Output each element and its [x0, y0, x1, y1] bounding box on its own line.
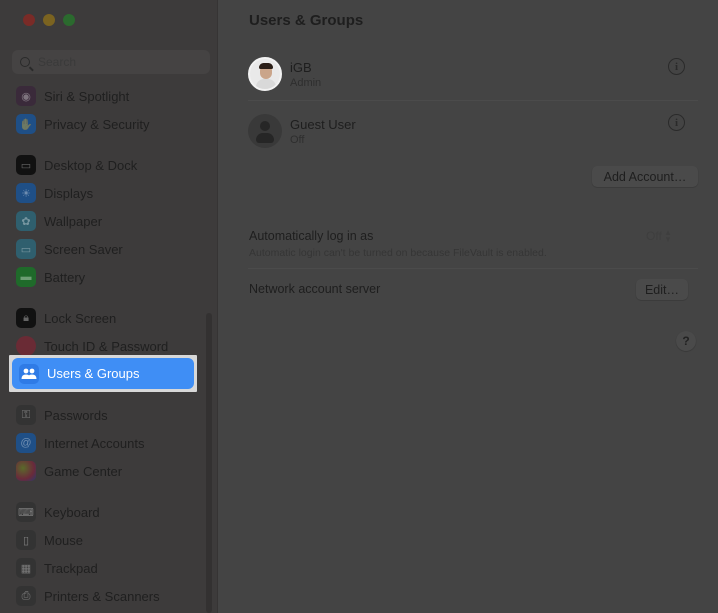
- sidebar-item-label: Users & Groups: [47, 366, 140, 381]
- key-icon: ⚿: [16, 405, 36, 425]
- sidebar-item-label: Keyboard: [44, 504, 100, 520]
- traffic-lights: [23, 14, 75, 26]
- auto-login-description: Automatic login can't be turned on becau…: [249, 247, 547, 259]
- sidebar-item-trackpad[interactable]: ▦ Trackpad: [16, 556, 196, 580]
- sidebar-item-label: Lock Screen: [44, 310, 117, 326]
- sidebar-item-wallpaper[interactable]: ✿ Wallpaper: [16, 209, 196, 233]
- sidebar-item-label: Displays: [44, 185, 94, 201]
- sidebar-item-game-center[interactable]: Game Center: [16, 459, 196, 483]
- sidebar-item-label: Desktop & Dock: [44, 157, 138, 173]
- sidebar: ◉ Siri & Spotlight ✋ Privacy & Security …: [0, 0, 218, 613]
- sidebar-item-label: Passwords: [44, 407, 108, 423]
- sidebar-item-label: Internet Accounts: [44, 435, 145, 451]
- sidebar-item-desktop-dock[interactable]: ▭ Desktop & Dock: [16, 153, 196, 177]
- minimize-window-button[interactable]: [43, 14, 55, 26]
- zoom-window-button[interactable]: [63, 14, 75, 26]
- sidebar-item-passwords[interactable]: ⚿ Passwords: [16, 403, 196, 427]
- sidebar-item-label: Trackpad: [44, 560, 98, 576]
- updown-chevron-icon: ▴ ▾: [665, 227, 671, 244]
- game-center-icon: [16, 461, 36, 481]
- info-icon[interactable]: i: [668, 114, 685, 131]
- divider: [248, 268, 698, 269]
- user-row-guest[interactable]: Guest User Off: [248, 111, 698, 151]
- fingerprint-icon: [16, 336, 36, 356]
- sidebar-item-keyboard[interactable]: ⌨ Keyboard: [16, 500, 196, 524]
- keyboard-icon: ⌨: [16, 502, 36, 522]
- sidebar-item-battery[interactable]: ▬ Battery: [16, 265, 196, 289]
- wallpaper-icon: ✿: [16, 211, 36, 231]
- sidebar-item-label: Wallpaper: [44, 213, 103, 229]
- auto-login-label: Automatically log in as: [249, 229, 374, 243]
- sidebar-item-users-groups[interactable]: Users & Groups: [9, 355, 197, 392]
- sun-icon: ☀: [16, 183, 36, 203]
- user-name: Guest User: [290, 116, 356, 132]
- sidebar-item-printers-scanners[interactable]: ⎙ Printers & Scanners: [16, 584, 196, 608]
- sidebar-item-displays[interactable]: ☀ Displays: [16, 181, 196, 205]
- sidebar-item-siri-spotlight[interactable]: ◉ Siri & Spotlight: [16, 84, 196, 108]
- edit-network-server-button[interactable]: Edit…: [636, 279, 688, 300]
- sidebar-item-label: Game Center: [44, 463, 123, 479]
- user-role: Admin: [290, 76, 322, 89]
- dock-icon: ▭: [16, 155, 36, 175]
- battery-icon: ▬: [16, 267, 36, 287]
- siri-icon: ◉: [16, 86, 36, 106]
- close-window-button[interactable]: [23, 14, 35, 26]
- system-settings-window: ◉ Siri & Spotlight ✋ Privacy & Security …: [0, 0, 718, 613]
- sidebar-item-label: Mouse: [44, 532, 84, 548]
- mouse-icon: ▯: [16, 530, 36, 550]
- auto-login-popup[interactable]: Off ▴ ▾: [646, 227, 671, 244]
- sidebar-item-internet-accounts[interactable]: @ Internet Accounts: [16, 431, 196, 455]
- screensaver-icon: ▭: [16, 239, 36, 259]
- sidebar-item-privacy-security[interactable]: ✋ Privacy & Security: [16, 112, 196, 136]
- sidebar-scrollbar[interactable]: [206, 313, 212, 613]
- selected-highlight[interactable]: Users & Groups: [12, 358, 194, 389]
- search-icon: [20, 57, 30, 67]
- info-icon[interactable]: i: [668, 58, 685, 75]
- user-row-igb[interactable]: iGB Admin: [248, 54, 698, 94]
- main-pane: Users & Groups iGB Admin i Guest User Of…: [218, 0, 718, 613]
- sidebar-item-label: Screen Saver: [44, 241, 123, 257]
- lock-icon: 🔒︎: [16, 308, 36, 328]
- sidebar-item-label: Siri & Spotlight: [44, 88, 130, 104]
- sidebar-item-label: Printers & Scanners: [44, 588, 160, 604]
- sidebar-item-label: Touch ID & Password: [44, 338, 169, 354]
- network-server-label: Network account server: [249, 282, 381, 296]
- search-input[interactable]: [38, 55, 188, 69]
- sidebar-search[interactable]: [12, 50, 210, 74]
- at-icon: @: [16, 433, 36, 453]
- page-title: Users & Groups: [249, 12, 364, 29]
- sidebar-item-label: Privacy & Security: [44, 116, 150, 132]
- hand-icon: ✋: [16, 114, 36, 134]
- memoji-avatar: [248, 57, 282, 91]
- auto-login-value: Off: [646, 229, 662, 243]
- sidebar-item-screen-saver[interactable]: ▭ Screen Saver: [16, 237, 196, 261]
- user-name: iGB: [290, 59, 312, 75]
- sidebar-item-mouse[interactable]: ▯ Mouse: [16, 528, 196, 552]
- add-account-button[interactable]: Add Account…: [592, 166, 698, 187]
- divider: [248, 100, 698, 101]
- users-icon: [19, 363, 39, 384]
- sidebar-item-label: Battery: [44, 269, 86, 285]
- trackpad-icon: ▦: [16, 558, 36, 578]
- sidebar-item-lock-screen[interactable]: 🔒︎ Lock Screen: [16, 306, 196, 330]
- user-role: Off: [290, 133, 305, 146]
- help-button[interactable]: ?: [676, 331, 696, 351]
- guest-avatar: [248, 114, 282, 148]
- printer-icon: ⎙: [16, 586, 36, 606]
